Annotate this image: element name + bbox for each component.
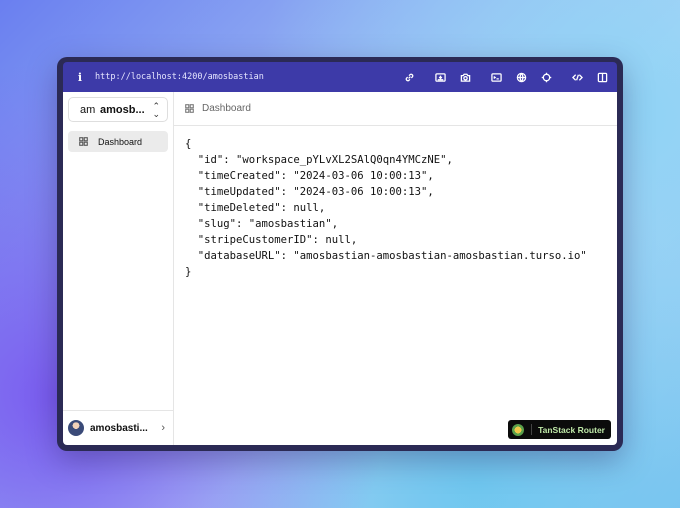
- dashboard-icon: [185, 103, 197, 115]
- url-text[interactable]: http://localhost:4200/amosbastian: [95, 72, 391, 82]
- camera-icon[interactable]: [459, 71, 472, 84]
- tanstack-router-devtools-button[interactable]: TanStack Router: [508, 420, 611, 439]
- page-title: Dashboard: [202, 103, 251, 114]
- workspace-name: amosb...: [100, 103, 145, 116]
- sidebar: am amosb... ⌃ ⌄ Dashboard amosbasti... ›: [63, 92, 174, 445]
- crosshair-icon[interactable]: [540, 71, 553, 84]
- chevron-up-down-icon: ⌃ ⌄: [152, 100, 160, 119]
- workspace-json: { "id": "workspace_pYLvXL2SAlQ0qn4YMCzNE…: [185, 138, 587, 278]
- toolbar-tools: [391, 71, 609, 84]
- code-icon[interactable]: [571, 71, 584, 84]
- dashboard-icon: [77, 136, 89, 148]
- devtools-label: TanStack Router: [538, 424, 605, 435]
- screenshot-icon[interactable]: [434, 71, 447, 84]
- split-view-icon[interactable]: [596, 71, 609, 84]
- sidebar-item-dashboard[interactable]: Dashboard: [68, 131, 168, 152]
- globe-icon[interactable]: [515, 71, 528, 84]
- user-name: amosbasti...: [90, 422, 148, 434]
- workspace-switcher[interactable]: am amosb... ⌃ ⌄: [68, 97, 168, 122]
- app-content: am amosb... ⌃⌄ Dashboard amosbasti... ›: [63, 92, 617, 445]
- workspace-abbr: am: [80, 103, 96, 116]
- breadcrumb: Dashboard: [174, 92, 617, 126]
- tanstack-logo-icon: [512, 423, 525, 436]
- link-icon[interactable]: [403, 71, 416, 84]
- info-icon[interactable]: i: [73, 70, 87, 84]
- app-window: i http://localhost:4200/amosbastian am a…: [57, 57, 623, 451]
- divider: [531, 424, 533, 435]
- sidebar-item-label: Dashboard: [98, 136, 143, 147]
- chevron-right-icon: ›: [161, 422, 165, 434]
- avatar: [68, 420, 84, 436]
- terminal-icon[interactable]: [490, 71, 503, 84]
- main-panel: Dashboard { "id": "workspace_pYLvXL2SAlQ…: [174, 92, 617, 445]
- user-menu[interactable]: amosbasti... ›: [63, 410, 173, 445]
- browser-toolbar: i http://localhost:4200/amosbastian: [63, 62, 617, 92]
